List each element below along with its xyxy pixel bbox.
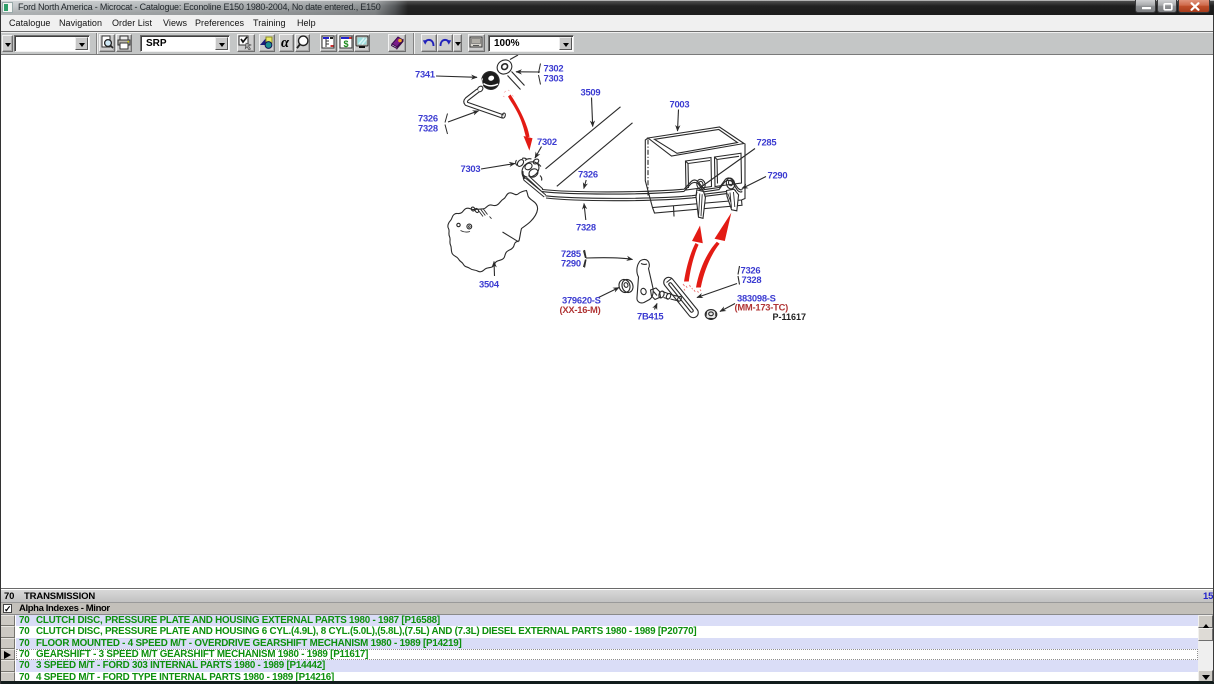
svg-text:$: $ (344, 39, 349, 49)
svg-text:3504: 3504 (479, 279, 500, 290)
svg-text:7290: 7290 (561, 258, 581, 269)
svg-text:7328: 7328 (742, 274, 762, 285)
svg-text:7B415: 7B415 (637, 311, 663, 322)
svg-text:7303: 7303 (544, 73, 564, 84)
svg-text:7285: 7285 (757, 137, 777, 148)
svg-text:7341: 7341 (415, 69, 435, 80)
svg-text:(XX-16-M): (XX-16-M) (560, 304, 601, 315)
svg-text:3509: 3509 (581, 87, 601, 98)
svg-text:7328: 7328 (418, 123, 438, 134)
svg-text:7003: 7003 (670, 99, 690, 110)
svg-text:(MM-173-TC): (MM-173-TC) (735, 302, 789, 313)
svg-text:α: α (281, 35, 290, 50)
svg-text:7290: 7290 (768, 170, 788, 181)
svg-text:7303: 7303 (461, 163, 481, 174)
svg-text:7326: 7326 (578, 169, 598, 180)
svg-text:7302: 7302 (537, 136, 557, 147)
svg-text:7328: 7328 (576, 222, 596, 233)
svg-text:P-11617: P-11617 (773, 312, 807, 322)
